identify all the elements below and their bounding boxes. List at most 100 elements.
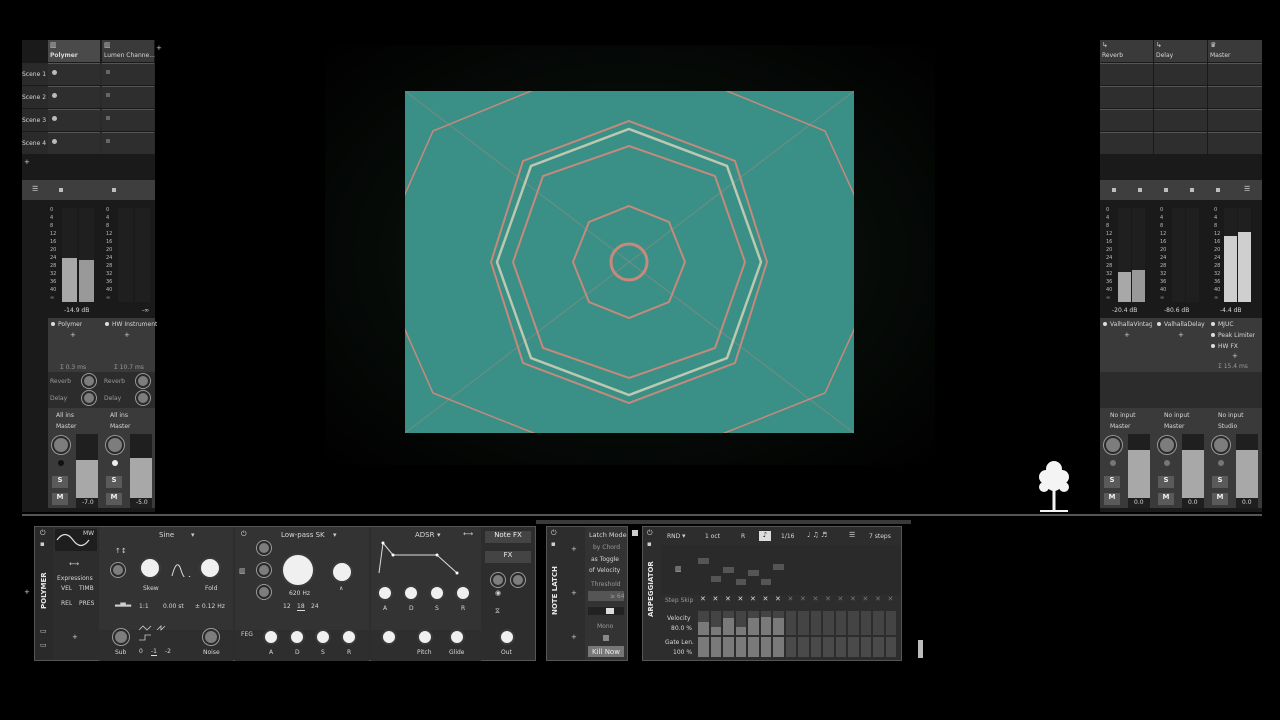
gate-step[interactable] xyxy=(860,637,871,657)
power-icon[interactable]: ⏻ xyxy=(40,529,46,538)
pan-knob[interactable] xyxy=(1212,436,1230,454)
step-skip-toggle[interactable]: ✕ xyxy=(775,595,781,603)
velocity-step[interactable] xyxy=(823,611,834,635)
gate-steps[interactable] xyxy=(697,637,897,657)
fine-value[interactable]: ± 0.12 Hz xyxy=(195,603,225,610)
solo-button[interactable]: S xyxy=(106,476,122,488)
filter-drive-knob[interactable] xyxy=(257,585,271,599)
out-knob[interactable] xyxy=(499,629,515,645)
sub-octave-0[interactable]: 0 xyxy=(139,648,143,655)
add-device-icon[interactable]: + xyxy=(1178,331,1184,339)
clip-slot[interactable] xyxy=(102,86,154,108)
by-chord-option[interactable]: by Chord xyxy=(593,544,620,551)
stop-icon[interactable] xyxy=(1138,188,1142,192)
mute-button[interactable]: M xyxy=(106,493,122,505)
pan-knob[interactable] xyxy=(1104,436,1122,454)
device-name[interactable]: HW Instrument xyxy=(112,321,157,328)
stop-icon[interactable] xyxy=(1112,188,1116,192)
clip-stop[interactable] xyxy=(106,93,110,97)
expression-pres[interactable]: PRES xyxy=(79,600,94,607)
track-header-reverb[interactable]: ↳ Reverb xyxy=(1100,40,1153,62)
velocity-step[interactable] xyxy=(873,611,884,635)
octave-value[interactable]: 1 oct xyxy=(705,533,720,540)
step-skip-toggle[interactable]: ✕ xyxy=(713,595,719,603)
clip-slot[interactable] xyxy=(102,109,154,131)
preset-icon[interactable]: ▪ xyxy=(647,540,652,548)
output-select[interactable]: Studio xyxy=(1218,423,1237,430)
step-skip-toggle[interactable]: ✕ xyxy=(738,595,744,603)
pitch-step[interactable] xyxy=(773,564,784,570)
add-scene-icon[interactable]: + xyxy=(24,158,30,166)
pitch-steps[interactable] xyxy=(697,551,897,591)
step-skip-toggle[interactable]: ✕ xyxy=(813,595,819,603)
steps-value[interactable]: 7 steps xyxy=(869,533,891,540)
feg-attack-knob[interactable] xyxy=(263,629,279,645)
output-select[interactable]: Master xyxy=(1110,423,1131,430)
output-select[interactable]: Master xyxy=(56,423,77,430)
link-icon[interactable]: ⟷ xyxy=(463,530,473,538)
gate-step[interactable] xyxy=(785,637,796,657)
clip-slot[interactable] xyxy=(1208,109,1262,131)
velocity-step[interactable] xyxy=(860,611,871,635)
rate-mode-icons[interactable]: ♩ ♫ ♬ xyxy=(807,531,827,539)
gate-step[interactable] xyxy=(848,637,859,657)
output-select[interactable]: Master xyxy=(1164,423,1185,430)
record-arm-icon[interactable] xyxy=(112,460,118,466)
gate-value[interactable]: 100 % xyxy=(673,649,692,656)
gate-step[interactable] xyxy=(760,637,771,657)
track-header-delay[interactable]: ↳ Delay xyxy=(1154,40,1207,62)
modulator-icon[interactable]: ▭ xyxy=(40,641,47,649)
mute-button[interactable]: M xyxy=(1104,493,1120,505)
mixer-icon[interactable]: ☰ xyxy=(1244,185,1250,193)
rate-value[interactable]: 1/16 xyxy=(781,533,794,540)
feg-release-knob[interactable] xyxy=(341,629,357,645)
slope-12[interactable]: 12 xyxy=(283,603,291,610)
add-track-icon[interactable]: + xyxy=(156,44,162,52)
mute-button[interactable]: M xyxy=(1212,493,1228,505)
dropdown-icon[interactable]: ▾ xyxy=(333,531,337,539)
velocity-steps[interactable] xyxy=(697,611,897,635)
step-skip-row[interactable]: ✕ ✕ ✕ ✕ ✕ ✕ ✕ ✕ ✕ ✕ ✕ ✕ ✕ ✕ ✕ ✕ xyxy=(697,595,897,605)
track-header-lumen[interactable]: ▥ Lumen Channe... xyxy=(102,40,155,62)
add-device-icon[interactable]: + xyxy=(124,331,130,339)
velocity-step[interactable] xyxy=(810,611,821,635)
step-skip-toggle[interactable]: ✕ xyxy=(838,595,844,603)
slope-24[interactable]: 24 xyxy=(311,603,319,610)
gate-step[interactable] xyxy=(810,637,821,657)
clip-slot[interactable] xyxy=(1154,109,1207,131)
pitch-knob[interactable] xyxy=(111,563,125,577)
pan-knob[interactable] xyxy=(106,436,124,454)
gate-step[interactable] xyxy=(723,637,734,657)
feg-sustain-knob[interactable] xyxy=(315,629,331,645)
resonance-knob[interactable] xyxy=(331,561,353,583)
track-header-master[interactable]: ♛ Master xyxy=(1208,40,1262,62)
sub-knob[interactable] xyxy=(113,629,129,645)
step-skip-toggle[interactable]: ✕ xyxy=(725,595,731,603)
gate-step[interactable] xyxy=(885,637,896,657)
dropdown-icon[interactable]: ▾ xyxy=(437,531,441,539)
input-select[interactable]: No input xyxy=(1110,412,1136,419)
expression-timb[interactable]: TIMB xyxy=(79,585,94,592)
pitch-step[interactable] xyxy=(698,558,709,564)
mute-button[interactable]: M xyxy=(1158,493,1174,505)
device-name[interactable]: Polymer xyxy=(58,321,82,328)
stop-icon[interactable] xyxy=(59,188,63,192)
scroll-indicator[interactable] xyxy=(536,520,911,524)
gate-step[interactable] xyxy=(823,637,834,657)
glide-knob[interactable] xyxy=(449,629,465,645)
record-arm-icon[interactable] xyxy=(58,460,64,466)
expression-vel[interactable]: VEL xyxy=(61,585,72,592)
gate-step[interactable] xyxy=(698,637,709,657)
of-velocity-option[interactable]: of Velocity xyxy=(589,567,620,574)
device-name[interactable]: ValhallaVintage... xyxy=(1110,321,1152,328)
clip-stop[interactable] xyxy=(106,70,110,74)
clip-slot[interactable] xyxy=(102,132,154,154)
slope-18[interactable]: 18 xyxy=(297,603,305,611)
clip-slot[interactable] xyxy=(1208,86,1262,108)
velocity-step[interactable] xyxy=(785,611,796,635)
grid-icon[interactable]: ☰ xyxy=(849,531,855,539)
fold-knob[interactable] xyxy=(199,557,221,579)
clip-slot[interactable] xyxy=(1100,109,1153,131)
gate-step[interactable] xyxy=(735,637,746,657)
clip-slot[interactable] xyxy=(102,63,154,85)
